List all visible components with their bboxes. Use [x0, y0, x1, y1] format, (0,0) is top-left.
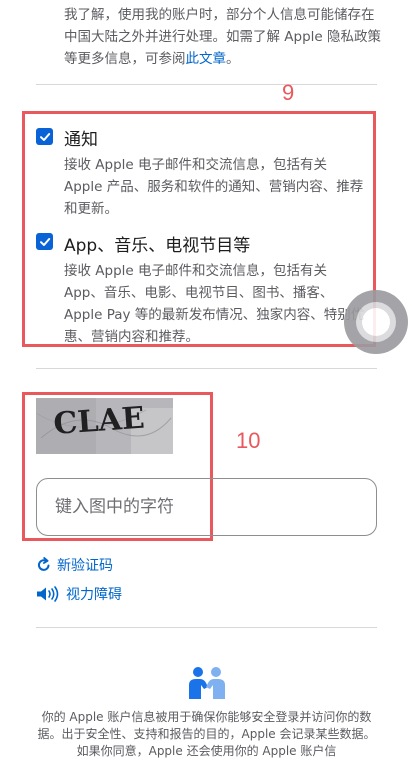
- new-code-link[interactable]: 新验证码: [36, 555, 113, 575]
- annotation-label-9: 9: [282, 80, 295, 105]
- app-music-tv-checkbox[interactable]: [36, 233, 53, 250]
- notifications-description: 接收 Apple 电子邮件和交流信息，包括有关 Apple 产品、服务和软件的通…: [64, 157, 364, 217]
- divider: [36, 84, 377, 85]
- checkmark-icon: [39, 132, 50, 141]
- captcha-input[interactable]: [37, 479, 376, 535]
- footer-privacy-text: 你的 Apple 账户信息被用于确保你能够安全登录并访问你的数据。出于安全性、支…: [37, 710, 376, 758]
- vision-impaired-link[interactable]: 视力障碍: [36, 584, 122, 604]
- app-music-tv-description: 接收 Apple 电子邮件和交流信息，包括有关 App、音乐、电影、电视节目、图…: [64, 263, 365, 345]
- checkmark-icon: [39, 237, 50, 246]
- vision-impaired-label: 视力障碍: [66, 587, 122, 603]
- assistive-touch-core: [362, 308, 390, 336]
- assistive-touch-button[interactable]: [344, 290, 408, 354]
- notifications-title: 通知: [64, 130, 98, 150]
- privacy-intro-text: 我了解，使用我的账户时，部分个人信息可能储存在中国大陆之外并进行处理。如需了解 …: [64, 4, 384, 70]
- notifications-checkbox[interactable]: [36, 128, 53, 145]
- captcha-image: CLAE: [36, 398, 173, 454]
- speaker-icon: [37, 586, 59, 602]
- divider: [36, 627, 377, 628]
- privacy-intro-end: 。: [226, 51, 240, 67]
- divider: [36, 368, 377, 369]
- captcha-input-container: [36, 478, 377, 536]
- annotation-label-10: 10: [236, 428, 261, 453]
- assistive-touch-inner: [356, 302, 396, 342]
- refresh-icon: [37, 557, 50, 571]
- privacy-article-link[interactable]: 此文章: [186, 51, 227, 67]
- captcha-noise: CLAE: [36, 398, 173, 454]
- app-music-tv-title: App、音乐、电视节目等: [64, 236, 251, 256]
- captcha-text: CLAE: [52, 401, 145, 442]
- privacy-handshake-icon: [186, 665, 228, 705]
- new-code-label: 新验证码: [57, 558, 113, 574]
